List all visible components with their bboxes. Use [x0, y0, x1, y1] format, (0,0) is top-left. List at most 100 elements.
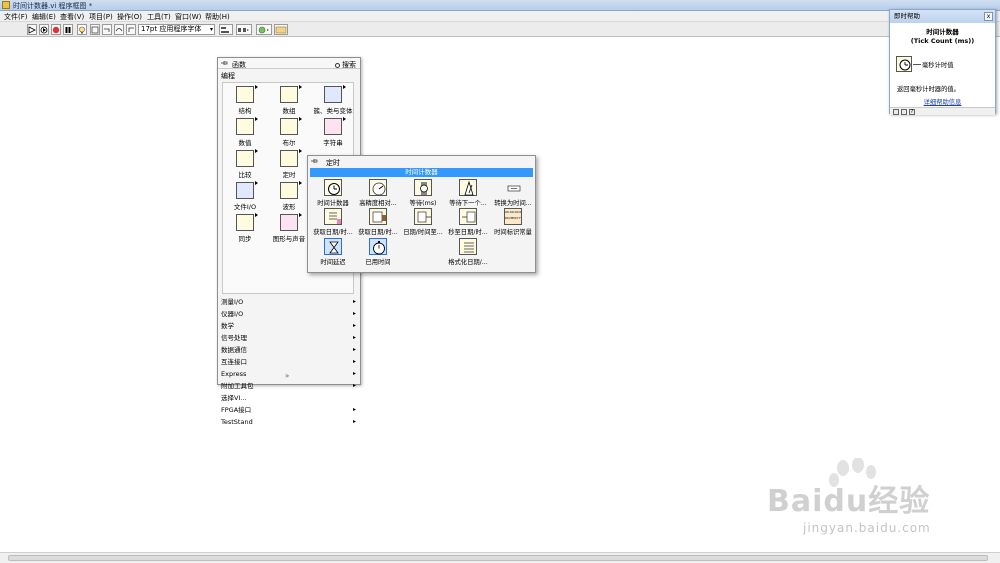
palette-item-label: 秒至日期/时...: [448, 229, 488, 236]
palette-item-time-delay[interactable]: 时间延迟: [310, 238, 356, 270]
show-optional-terminals-button[interactable]: [893, 109, 899, 115]
palette-item-label: 时间计数器: [317, 200, 349, 207]
metronome-icon: [459, 179, 477, 196]
reorder-button[interactable]: [256, 24, 272, 35]
palette-item-cluster-class-variant[interactable]: 簇、类与变体: [311, 83, 355, 115]
menu-edit[interactable]: 编辑(E): [32, 12, 56, 22]
palette-item-high-resolution-relative-seconds[interactable]: 高精度相对...: [355, 179, 401, 211]
palette-item-elapsed-time[interactable]: 已用时间: [355, 238, 401, 270]
clean-up-diagram-button[interactable]: [274, 24, 288, 35]
menu-help[interactable]: 帮助(H): [205, 12, 230, 22]
font-selector-value: 17pt 应用程序字体: [141, 25, 202, 33]
palette-item-numeric[interactable]: 数值: [223, 115, 267, 147]
submenu-arrow-icon: ▸: [352, 370, 356, 377]
palette-item-format-date-time-string[interactable]: 格式化日期/...: [445, 238, 491, 270]
palette-item-comparison[interactable]: 比较: [223, 147, 267, 179]
distribute-objects-button[interactable]: [236, 24, 252, 35]
palette-category-data-communication[interactable]: 数据通信 ▸: [221, 344, 359, 356]
menu-project[interactable]: 项目(P): [89, 12, 113, 22]
font-selector[interactable]: 17pt 应用程序字体 ▾: [138, 24, 215, 35]
submenu-arrow-icon: [299, 213, 302, 217]
close-icon[interactable]: x: [984, 12, 993, 21]
step-into-button[interactable]: [102, 24, 112, 35]
palette-item-structures[interactable]: 结构: [223, 83, 267, 115]
calendar-seconds-icon: [369, 208, 387, 225]
step-out-button[interactable]: [126, 24, 136, 35]
pushpin-icon[interactable]: [221, 60, 228, 66]
highlight-execution-button[interactable]: [77, 24, 87, 35]
category-label: Express: [221, 370, 247, 378]
palette-item-synchronization[interactable]: 同步: [223, 211, 267, 243]
palette-item-label: 日期/时间至...: [403, 229, 443, 236]
palette-item-to-time-stamp[interactable]: 转换为时间...: [490, 179, 536, 211]
palette-item-string[interactable]: 字符串: [311, 115, 355, 147]
palette-item-seconds-to-date-time[interactable]: 秒至日期/时...: [445, 208, 491, 240]
palette-item-boolean[interactable]: 布尔: [267, 115, 311, 147]
detailed-help-link[interactable]: 详细帮助信息: [890, 97, 995, 106]
step-over-button[interactable]: [114, 24, 124, 35]
palette-item-get-date-time-string[interactable]: 获取日期/时...: [310, 208, 356, 240]
string-icon: [324, 118, 342, 135]
horizontal-scrollbar[interactable]: [0, 552, 1000, 563]
menu-operate[interactable]: 操作(O): [117, 12, 142, 22]
submenu-arrow-icon: ▸: [352, 322, 356, 329]
pushpin-icon[interactable]: [311, 158, 318, 164]
palette-item-date-time-to-seconds[interactable]: 日期/时间至...: [400, 208, 446, 240]
palette-category-teststand[interactable]: TestStand ▸: [221, 416, 359, 428]
submenu-arrow-icon: [343, 117, 346, 121]
palette-item-wait-ms[interactable]: 等待(ms): [400, 179, 446, 211]
submenu-arrow-icon: ▸: [352, 346, 356, 353]
palette-category-mathematics[interactable]: 数学 ▸: [221, 320, 359, 332]
chevron-down-icon: ▾: [209, 26, 213, 33]
palette-item-time-stamp-constant[interactable]: 00:00:00.000 DD/MM/YYYY 时间标识常量: [490, 208, 536, 240]
palette-item-wait-until-next-ms-multiple[interactable]: 等待下一个...: [445, 179, 491, 211]
palette-category-fpga-interface[interactable]: FPGA接口 ▸: [221, 404, 359, 416]
palette-category-instrument-io[interactable]: 仪器I/O ▸: [221, 308, 359, 320]
menu-bar: 文件(F) 编辑(E) 查看(V) 项目(P) 操作(O) 工具(T) 窗口(W…: [0, 11, 1000, 22]
retain-wire-values-button[interactable]: [90, 24, 100, 35]
help-question-icon[interactable]: ?: [909, 109, 915, 115]
function-name-en: (Tick Count (ms)): [910, 37, 975, 45]
palette-item-timing[interactable]: 定时: [267, 147, 311, 179]
palette-item-label: 布尔: [282, 139, 296, 147]
palette-item-array[interactable]: 数组: [267, 83, 311, 115]
palette-category-express[interactable]: Express ▸: [221, 368, 359, 380]
run-arrow-button[interactable]: [27, 24, 37, 35]
pause-button[interactable]: [63, 24, 73, 35]
palette-item-label: 结构: [238, 107, 252, 115]
scrollbar-thumb[interactable]: [8, 555, 988, 561]
expand-palette-chevron-icon[interactable]: »: [285, 372, 289, 380]
align-icon: [221, 26, 229, 33]
palette-item-waveform[interactable]: 波形: [267, 179, 311, 211]
menu-window[interactable]: 窗口(W): [175, 12, 201, 22]
gauge-dial-icon: [372, 182, 386, 196]
palette-category-measurement-io[interactable]: 测量I/O ▸: [221, 296, 359, 308]
watermark-brand: Baidu经验: [767, 484, 931, 519]
submenu-arrow-icon: [299, 85, 302, 89]
context-help-title: 即时帮助: [890, 10, 995, 23]
menu-file[interactable]: 文件(F): [4, 12, 28, 22]
palette-item-tick-count[interactable]: 时间计数器: [310, 179, 356, 211]
baidu-jingyan-watermark: Baidu经验 jingyan.baidu.com: [755, 458, 985, 538]
category-label: 选择VI...: [221, 394, 247, 402]
palette-category-programming[interactable]: 编程: [221, 71, 235, 81]
palette-search-button[interactable]: 搜索: [335, 60, 356, 70]
context-help-function-name: 时间计数器 (Tick Count (ms)): [890, 28, 995, 46]
palette-category-signal-processing[interactable]: 信号处理 ▸: [221, 332, 359, 344]
abort-button[interactable]: [51, 24, 61, 35]
lock-icon[interactable]: [901, 109, 907, 115]
palette-item-label: 高精度相对...: [359, 200, 397, 207]
submenu-arrow-icon: ▸: [352, 334, 356, 341]
palette-item-label: 数组: [282, 107, 296, 115]
menu-tools[interactable]: 工具(T): [147, 12, 171, 22]
run-continuously-button[interactable]: [39, 24, 49, 35]
palette-item-file-io[interactable]: 文件I/O: [223, 179, 267, 211]
palette-category-connectivity[interactable]: 互连接口 ▸: [221, 356, 359, 368]
menu-view[interactable]: 查看(V): [60, 12, 84, 22]
palette-item-get-date-time-seconds[interactable]: 获取日期/时...: [355, 208, 401, 240]
submenu-arrow-icon: ▸: [352, 418, 356, 425]
palette-item-graphics-sound[interactable]: 图形与声音: [267, 211, 311, 243]
palette-category-addons[interactable]: 附加工具包 ▸: [221, 380, 359, 392]
palette-category-select-vi[interactable]: 选择VI...: [221, 392, 359, 404]
align-objects-button[interactable]: [219, 24, 233, 35]
